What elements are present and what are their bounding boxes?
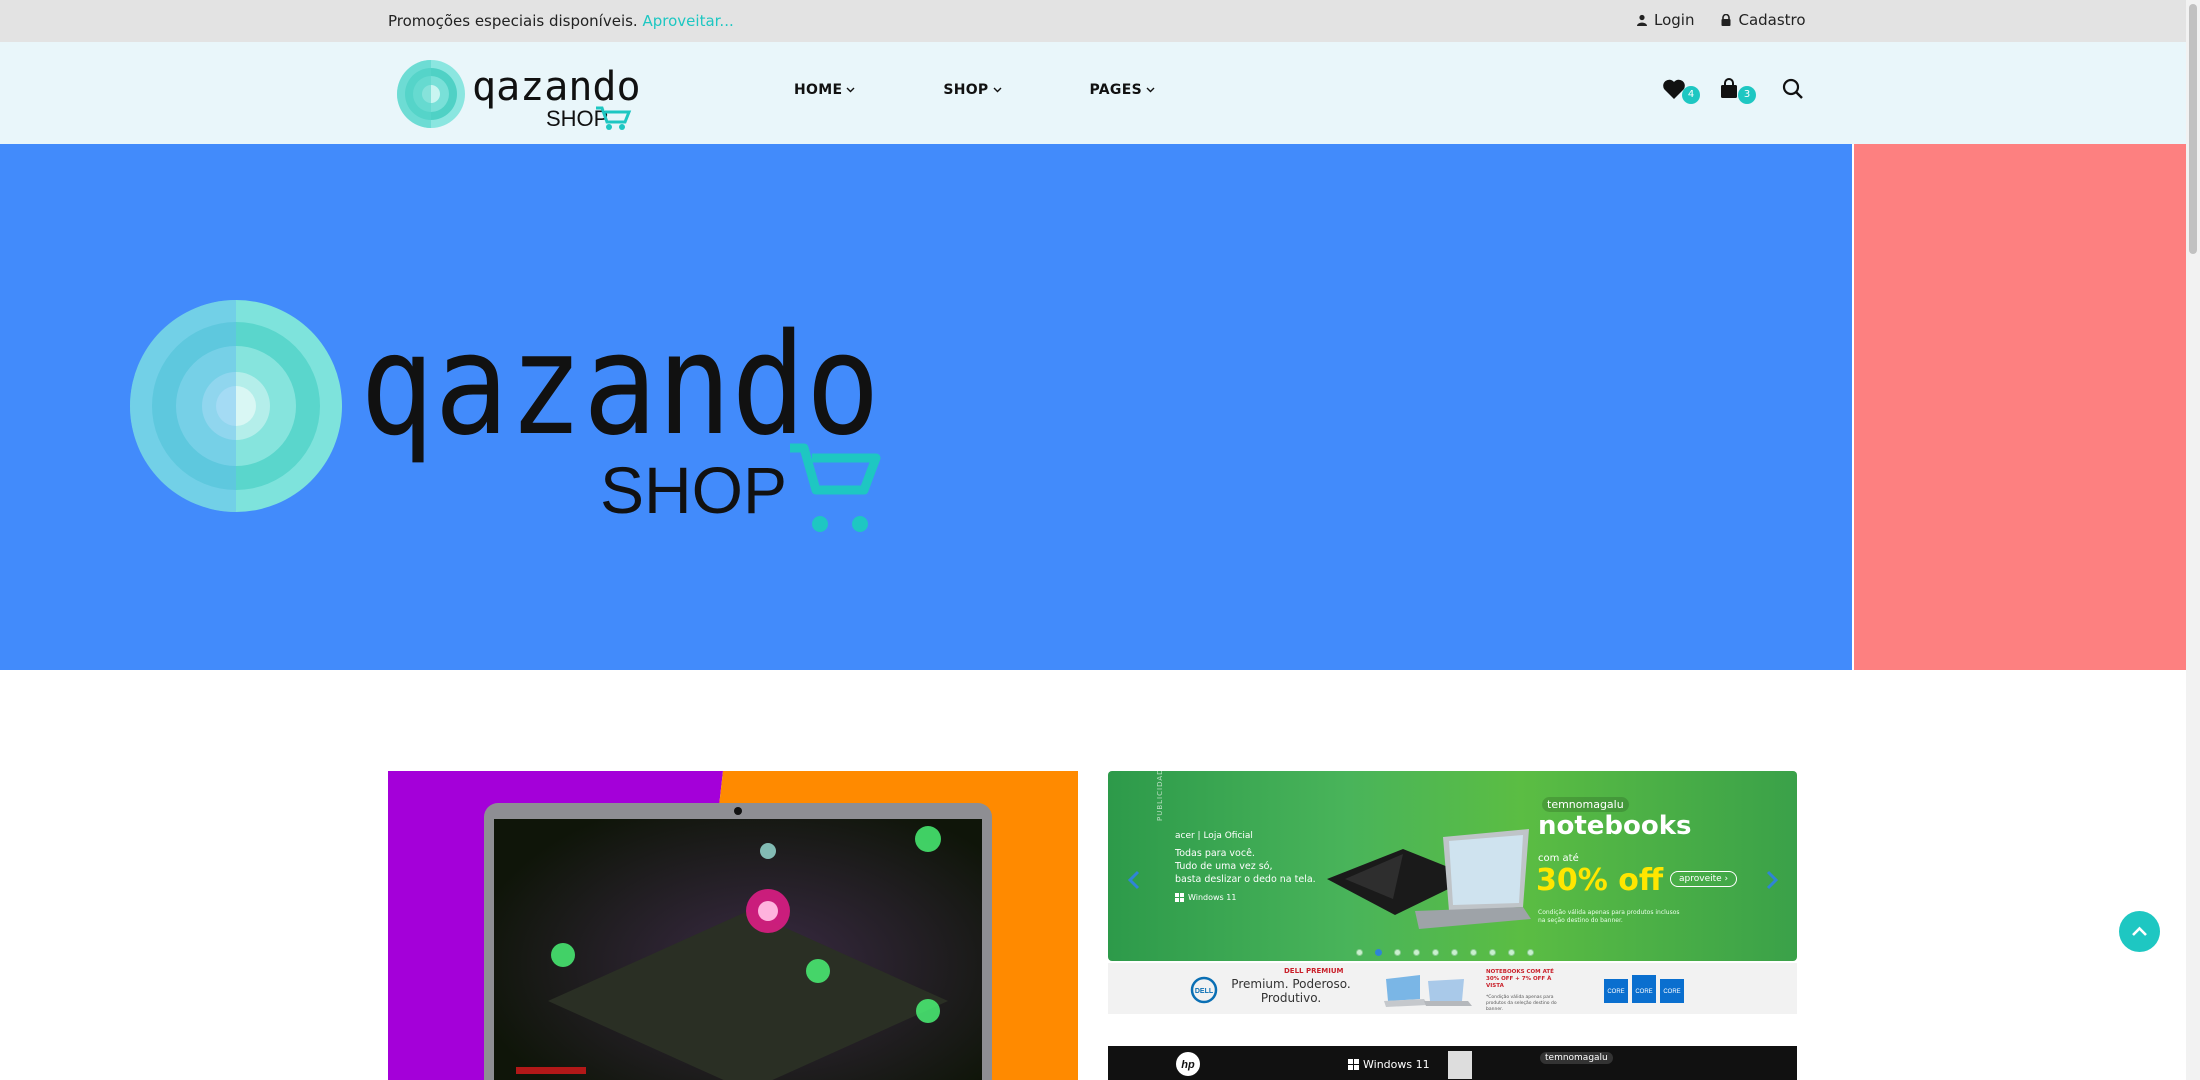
promo-banner-laptop[interactable] xyxy=(388,771,1078,1080)
login-link[interactable]: Login xyxy=(1636,11,1694,29)
banner-copy-line1: Todas para você. xyxy=(1175,848,1255,859)
site-logo[interactable]: qazando SHOP xyxy=(396,56,646,132)
hero-brand-logo: qazando SHOP xyxy=(130,300,881,532)
nav-pages-label: PAGES xyxy=(1089,82,1142,98)
user-icon xyxy=(1637,14,1647,26)
cart-count-badge: 3 xyxy=(1738,86,1756,104)
login-label: Login xyxy=(1654,11,1695,29)
promo-text: Promoções especiais disponíveis. xyxy=(388,12,638,30)
hp-magalu-badge: temnomagalu xyxy=(1540,1052,1613,1064)
chevron-down-icon xyxy=(993,87,1001,93)
signup-link[interactable]: Cadastro xyxy=(1720,11,1806,29)
svg-text:CORE: CORE xyxy=(1607,989,1624,995)
carousel-dot[interactable] xyxy=(1489,949,1496,956)
discount-value: 30% off xyxy=(1536,863,1664,898)
hero-slide-next[interactable] xyxy=(1854,144,2186,670)
site-header: qazando SHOP HOME SHOP PAGES 4 3 xyxy=(0,42,2186,144)
svg-text:SHOP: SHOP xyxy=(546,106,608,131)
page-scrollbar[interactable] xyxy=(2186,0,2200,1080)
dell-copy-line1: Premium. Poderoso. xyxy=(1231,977,1351,991)
windows-badge: Windows 11 xyxy=(1175,893,1236,902)
carousel-dot[interactable] xyxy=(1413,949,1420,956)
promo-link[interactable]: Aproveitar... xyxy=(643,12,734,30)
carousel-dot-active[interactable] xyxy=(1375,949,1382,956)
top-bar: Promoções especiais disponíveis. Aprovei… xyxy=(0,0,2186,42)
shopping-bag-icon xyxy=(1721,78,1737,98)
dell-offer: NOTEBOOKS COM ATÉ 30% OFF + 7% OFF À VIS… xyxy=(1486,969,1554,989)
carousel-dot[interactable] xyxy=(1356,949,1363,956)
windows-label: Windows 11 xyxy=(1188,893,1237,902)
scrollbar-thumb[interactable] xyxy=(2189,4,2197,254)
dell-copy: Premium. Poderoso. Produtivo. xyxy=(1226,977,1356,1005)
windows-icon xyxy=(1175,893,1184,902)
intel-core-badges-image: CORE CORE CORE xyxy=(1604,975,1684,1003)
header-actions: 4 3 xyxy=(1662,78,1808,104)
nav-shop-label: SHOP xyxy=(943,82,989,98)
svg-text:qazando: qazando xyxy=(360,304,880,467)
search-icon xyxy=(1782,78,1803,99)
promo-banner-dell[interactable]: DELL DELL PREMIUM Premium. Poderoso. Pro… xyxy=(1108,963,1797,1014)
svg-text:CORE: CORE xyxy=(1635,989,1652,995)
hp-windows-label: Windows 11 xyxy=(1363,1058,1430,1071)
dell-note: *Condição válida apenas para produtos da… xyxy=(1486,995,1557,1012)
scroll-to-top-button[interactable] xyxy=(2119,911,2160,952)
hp-windows-badge: Windows 11 xyxy=(1348,1058,1430,1071)
search-button[interactable] xyxy=(1782,78,1808,104)
banner-fine-print: Condição válida apenas para produtos inc… xyxy=(1538,909,1680,924)
account-links: Login Cadastro xyxy=(1636,11,1806,29)
carousel-dots xyxy=(1356,949,1534,956)
nav-home[interactable]: HOME xyxy=(794,82,855,98)
svg-text:CORE: CORE xyxy=(1663,989,1680,995)
svg-text:DELL: DELL xyxy=(1195,988,1214,995)
carousel-dot[interactable] xyxy=(1470,949,1477,956)
svg-text:SHOP: SHOP xyxy=(600,453,787,527)
chevron-down-icon xyxy=(846,87,855,93)
intel-sticker xyxy=(1448,1051,1472,1079)
cart-button[interactable]: 3 xyxy=(1718,78,1756,104)
wishlist-count-badge: 4 xyxy=(1682,86,1700,104)
banner-cta[interactable]: aproveite › xyxy=(1670,871,1738,887)
dell-tag: DELL PREMIUM xyxy=(1284,967,1344,975)
main-nav: HOME SHOP PAGES xyxy=(794,82,1243,98)
carousel-prev-arrow-icon[interactable] xyxy=(1124,869,1146,891)
carousel-dot[interactable] xyxy=(1394,949,1401,956)
carousel-dot[interactable] xyxy=(1451,949,1458,956)
promo-banner-hp[interactable]: hp Windows 11 temnomagalu xyxy=(1108,1046,1797,1080)
nav-shop[interactable]: SHOP xyxy=(943,82,1001,98)
lock-icon xyxy=(1721,14,1731,26)
notebook-product-image xyxy=(1327,829,1531,929)
svg-text:qazando: qazando xyxy=(472,64,641,110)
nav-pages[interactable]: PAGES xyxy=(1090,82,1155,98)
carousel-banner-notebooks[interactable]: PUBLICIDADE acer | Loja Oficial Todas pa… xyxy=(1108,771,1797,961)
hp-logo-icon: hp xyxy=(1176,1052,1200,1076)
signup-label: Cadastro xyxy=(1738,11,1806,29)
promo-message: Promoções especiais disponíveis. Aprovei… xyxy=(388,12,734,30)
svg-text:hp: hp xyxy=(1181,1059,1195,1071)
banner-headline: notebooks xyxy=(1538,811,1692,841)
wishlist-button[interactable]: 4 xyxy=(1662,78,1700,104)
chevron-down-icon xyxy=(1146,87,1155,93)
dell-logo-icon: DELL xyxy=(1190,976,1218,1004)
banner-copy-line2: Tudo de uma vez só, xyxy=(1175,861,1273,872)
carousel-dot[interactable] xyxy=(1527,949,1534,956)
store-label: acer | Loja Oficial xyxy=(1175,831,1253,841)
banner-copy-line3: basta deslizar o dedo na tela. xyxy=(1175,874,1316,885)
chevron-up-icon xyxy=(2132,926,2147,936)
carousel-dot[interactable] xyxy=(1432,949,1439,956)
dell-copy-line2: Produtivo. xyxy=(1260,991,1322,1005)
ad-side-tag: PUBLICIDADE xyxy=(1156,771,1164,821)
magalu-badge: temnomagalu xyxy=(1542,797,1629,812)
carousel-dot[interactable] xyxy=(1508,949,1515,956)
carousel-next-arrow-icon[interactable] xyxy=(1760,869,1782,891)
banner-copy: Todas para você. Tudo de uma vez só, bas… xyxy=(1175,847,1316,886)
laptop-game-image xyxy=(388,771,1078,1080)
nav-home-label: HOME xyxy=(794,82,843,98)
windows-icon xyxy=(1348,1059,1359,1070)
dell-laptops-image xyxy=(1384,975,1472,1007)
